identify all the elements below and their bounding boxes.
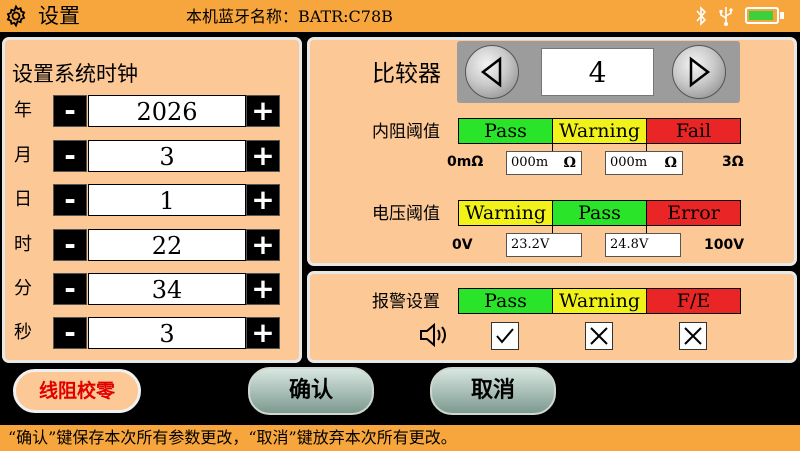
resistance-pass-segment: Pass [458,118,553,144]
resistance-high-unit: Ω [664,155,677,171]
line-resistance-zero-button[interactable]: 线阻校零 [13,369,141,413]
battery-tip [780,12,784,19]
voltage-max: 100V [704,237,745,253]
battery-icon [745,7,779,24]
voltage-high-value: 24.8V [610,237,649,252]
clock-row-label: 年 [14,100,32,121]
alarm-fe-segment: F/E [646,288,741,314]
cross-icon [684,327,702,345]
decrement-button[interactable]: - [53,317,87,349]
resistance-low-unit: Ω [563,155,576,171]
decrement-button[interactable]: - [53,140,87,172]
resistance-low-value: 000m [511,155,549,170]
battery-level [749,11,773,20]
resistance-high-input[interactable]: 000m Ω [605,151,683,175]
clock-value-field[interactable]: 1 [88,184,246,216]
speaker-icon [420,322,446,348]
voltage-threshold-label: 电压阈值 [372,204,440,224]
cross-icon [590,327,608,345]
gear-icon [6,4,26,28]
alarm-panel [307,271,797,363]
clock-value-field[interactable]: 3 [88,140,246,172]
resistance-high-value: 000m [610,155,648,170]
resistance-warning-segment: Warning [552,118,647,144]
cancel-button[interactable]: 取消 [430,367,556,415]
bluetooth-icon [696,6,707,26]
alarm-pass-checkbox[interactable] [491,322,519,350]
decrement-button[interactable]: - [53,184,87,216]
voltage-pass-segment: Pass [552,200,647,226]
comparator-prev-button[interactable] [465,45,519,99]
clock-value-field[interactable]: 3 [88,317,246,349]
clock-row-label: 时 [14,234,32,255]
page-title: 设置 [38,4,80,28]
increment-button[interactable]: + [246,184,280,216]
comparator-value[interactable]: 4 [541,48,654,96]
confirm-button[interactable]: 确认 [248,367,374,415]
triangle-right-icon [689,56,711,88]
alarm-pass-segment: Pass [458,288,553,314]
resistance-max: 3Ω [722,154,744,170]
clock-row-label: 分 [14,278,32,299]
voltage-low-value: 23.2V [511,237,550,252]
resistance-threshold-label: 内阻阈值 [372,122,440,142]
comparator-next-button[interactable] [672,45,726,99]
resistance-min: 0mΩ [447,154,484,170]
comparator-label: 比较器 [372,61,441,87]
increment-button[interactable]: + [246,229,280,261]
resistance-low-input[interactable]: 000m Ω [506,151,582,175]
usb-icon [719,7,733,26]
decrement-button[interactable]: - [53,229,87,261]
alarm-warning-checkbox[interactable] [585,322,613,350]
triangle-left-icon [480,56,502,88]
increment-button[interactable]: + [246,273,280,305]
clock-value-field[interactable]: 34 [88,273,246,305]
voltage-warning-segment: Warning [458,200,553,226]
clock-row-label: 日 [14,189,32,210]
clock-value-field[interactable]: 2026 [88,95,246,127]
clock-value-field[interactable]: 22 [88,229,246,261]
voltage-low-input[interactable]: 23.2V [506,233,582,257]
increment-button[interactable]: + [246,317,280,349]
increment-button[interactable]: + [246,140,280,172]
clock-row-label: 秒 [14,322,32,343]
bluetooth-name: 本机蓝牙名称：BATR:C78B [186,7,393,26]
alarm-setting-label: 报警设置 [372,292,440,312]
voltage-high-input[interactable]: 24.8V [605,233,681,257]
clock-row-label: 月 [14,145,32,166]
alarm-fe-checkbox[interactable] [679,322,707,350]
resistance-fail-segment: Fail [646,118,741,144]
decrement-button[interactable]: - [53,95,87,127]
increment-button[interactable]: + [246,95,280,127]
clock-title: 设置系统时钟 [12,62,138,86]
footer-hint: “确认”键保存本次所有参数更改，“取消”键放弃本次所有更改。 [8,428,457,447]
alarm-warning-segment: Warning [552,288,647,314]
checkmark-icon [496,328,514,344]
voltage-error-segment: Error [646,200,741,226]
top-bar [0,0,800,32]
decrement-button[interactable]: - [53,273,87,305]
voltage-min: 0V [452,237,473,253]
